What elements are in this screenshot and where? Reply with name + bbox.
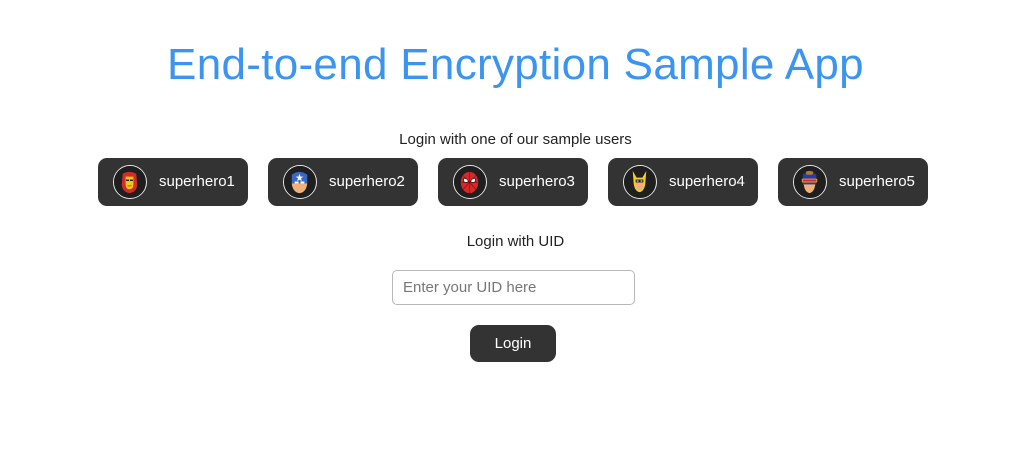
spider-man-icon <box>453 165 487 199</box>
user-button-superhero1[interactable]: superhero1 <box>98 158 248 206</box>
user-button-superhero4[interactable]: superhero4 <box>608 158 758 206</box>
uid-login-label: Login with UID <box>466 233 565 250</box>
sample-users-list: superhero1 superhero2 superhero3 superhe… <box>98 158 928 206</box>
user-name: superhero3 <box>499 173 575 190</box>
user-button-superhero3[interactable]: superhero3 <box>438 158 588 206</box>
page-title: End-to-end Encryption Sample App <box>167 40 864 89</box>
cyclops-icon <box>793 165 827 199</box>
user-button-superhero2[interactable]: superhero2 <box>268 158 418 206</box>
login-button[interactable]: Login <box>470 325 556 362</box>
captain-america-icon <box>283 165 317 199</box>
sample-users-label: Login with one of our sample users <box>399 131 632 148</box>
user-name: superhero2 <box>329 173 405 190</box>
user-name: superhero1 <box>159 173 235 190</box>
user-button-superhero5[interactable]: superhero5 <box>778 158 928 206</box>
iron-man-icon <box>113 165 147 199</box>
uid-input[interactable] <box>392 270 635 305</box>
user-name: superhero4 <box>669 173 745 190</box>
wolverine-icon <box>623 165 657 199</box>
user-name: superhero5 <box>839 173 915 190</box>
page: End-to-end Encryption Sample App Login w… <box>0 0 1031 475</box>
